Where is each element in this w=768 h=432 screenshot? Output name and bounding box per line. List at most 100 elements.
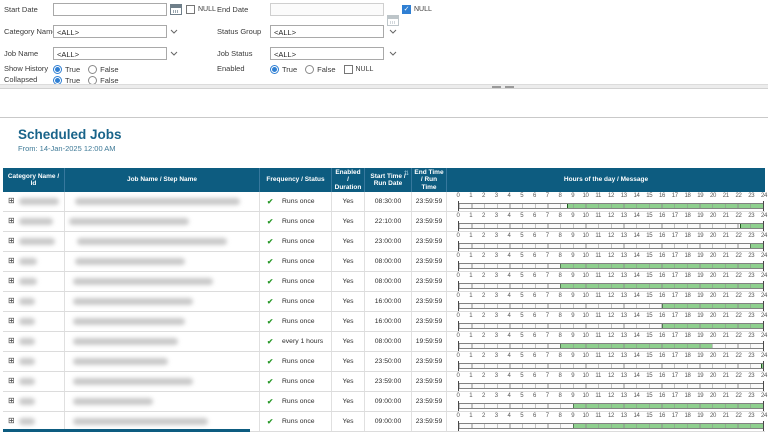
start-time-text: 08:30:00 — [365, 192, 411, 211]
hour-label: 15 — [646, 233, 652, 239]
hour-label: 3 — [495, 413, 498, 419]
timeline-track — [458, 383, 764, 389]
hour-label: 12 — [608, 413, 614, 419]
hour-label: 0 — [456, 253, 459, 259]
hour-ticks — [459, 224, 763, 228]
job-status-chevron-down-icon[interactable] — [388, 47, 398, 60]
status-group-chevron-down-icon[interactable] — [388, 25, 398, 38]
hour-label: 9 — [571, 253, 574, 259]
category-name-chevron-down-icon[interactable] — [169, 25, 179, 38]
column-header-hours[interactable]: Hours of the day / Message — [447, 168, 765, 192]
job-name-chevron-down-icon[interactable] — [169, 47, 179, 60]
hour-label: 1 — [469, 253, 472, 259]
timeline-start-cap — [458, 381, 459, 391]
hour-label: 9 — [571, 313, 574, 319]
hour-label: 24 — [761, 293, 767, 299]
hour-label: 17 — [672, 353, 678, 359]
start-date-calendar-icon[interactable] — [170, 4, 182, 15]
category-cell: ⊞ — [3, 312, 65, 331]
hour-label: 21 — [723, 253, 729, 259]
hours-timeline-cell: 0123456789101112131415161718192021222324 — [447, 192, 765, 211]
timeline-start-cap — [458, 321, 459, 331]
hour-label: 2 — [482, 313, 485, 319]
parameter-panel: Start Date NULL End Date ✓ NULL Category… — [0, 0, 768, 84]
start-time-text: 23:00:00 — [365, 232, 411, 251]
table-row: ⊞✔Runs onceYes23:00:0023:59:590123456789… — [3, 232, 765, 252]
hour-label: 22 — [735, 333, 741, 339]
expand-plus-icon[interactable]: ⊞ — [8, 297, 15, 305]
hour-label: 3 — [495, 273, 498, 279]
expand-plus-icon[interactable]: ⊞ — [8, 397, 15, 405]
expand-plus-icon[interactable]: ⊞ — [8, 377, 15, 385]
end-date-input[interactable] — [270, 3, 384, 16]
expand-plus-icon[interactable]: ⊞ — [8, 417, 15, 425]
expand-plus-icon[interactable]: ⊞ — [8, 277, 15, 285]
job-name-dropdown[interactable]: <ALL> — [53, 47, 167, 60]
hours-timeline-cell: 0123456789101112131415161718192021222324 — [447, 252, 765, 271]
hours-timeline: 0123456789101112131415161718192021222324 — [458, 252, 764, 272]
expand-plus-icon[interactable]: ⊞ — [8, 337, 15, 345]
hour-label: 1 — [469, 213, 472, 219]
column-header-job-name[interactable]: Job Name / Step Name — [65, 168, 260, 192]
hour-label: 15 — [646, 193, 652, 199]
hour-label: 1 — [469, 353, 472, 359]
column-header-enabled[interactable]: Enabled / Duration — [332, 168, 365, 192]
expand-plus-icon[interactable]: ⊞ — [8, 217, 15, 225]
hour-label: 21 — [723, 373, 729, 379]
hour-label: 12 — [608, 333, 614, 339]
column-header-start-time[interactable]: Start Time / Run Date ⇅ — [365, 168, 412, 192]
hour-label: 1 — [469, 293, 472, 299]
status-group-dropdown[interactable]: <ALL> — [270, 25, 384, 38]
enabled-true-radio[interactable] — [270, 65, 279, 74]
category-name-dropdown[interactable]: <ALL> — [53, 25, 167, 38]
expand-plus-icon[interactable]: ⊞ — [8, 357, 15, 365]
hour-label: 7 — [546, 353, 549, 359]
start-date-null-checkbox[interactable] — [186, 5, 195, 14]
start-date-input[interactable] — [53, 3, 167, 16]
hour-label: 2 — [482, 353, 485, 359]
redacted-job-name-text — [73, 338, 178, 345]
hour-label: 6 — [533, 253, 536, 259]
hour-label: 8 — [558, 333, 561, 339]
frequency-text: Runs once — [282, 312, 315, 331]
hour-label: 20 — [710, 233, 716, 239]
table-row: ⊞✔Runs onceYes16:00:0023:59:590123456789… — [3, 292, 765, 312]
hour-label: 23 — [748, 293, 754, 299]
job-status-dropdown[interactable]: <ALL> — [270, 47, 384, 60]
column-header-end-time[interactable]: End Time / Run Time — [412, 168, 447, 192]
hour-label: 14 — [633, 393, 639, 399]
hour-label: 20 — [710, 313, 716, 319]
hour-label: 5 — [520, 193, 523, 199]
column-header-frequency[interactable]: Frequency / Status — [260, 168, 332, 192]
enabled-false-radio[interactable] — [305, 65, 314, 74]
hour-ticks — [459, 324, 763, 328]
expand-plus-icon[interactable]: ⊞ — [8, 237, 15, 245]
column-header-category[interactable]: Category Name / Id — [3, 168, 65, 192]
expand-plus-icon[interactable]: ⊞ — [8, 257, 15, 265]
hour-label: 17 — [672, 193, 678, 199]
hour-ticks — [459, 404, 763, 408]
show-history-false-radio[interactable] — [88, 65, 97, 74]
hour-label: 20 — [710, 253, 716, 259]
hour-ticks — [459, 364, 763, 368]
splitter-handle-icon[interactable] — [492, 86, 514, 88]
end-date-null-checkbox[interactable]: ✓ — [402, 5, 411, 14]
expand-plus-icon[interactable]: ⊞ — [8, 317, 15, 325]
hour-label: 4 — [507, 193, 510, 199]
hour-label: 8 — [558, 393, 561, 399]
enabled-null-checkbox[interactable] — [344, 65, 353, 74]
hour-label: 3 — [495, 233, 498, 239]
start-time-cell: 08:30:00 — [365, 192, 412, 211]
hour-label: 1 — [469, 273, 472, 279]
show-history-false-label: False — [100, 65, 118, 74]
hour-label: 15 — [646, 313, 652, 319]
report-subtitle: From: 14-Jan-2025 12:00 AM — [18, 144, 116, 153]
frequency-cell: ✔Runs once — [260, 392, 332, 411]
hours-timeline: 0123456789101112131415161718192021222324 — [458, 232, 764, 252]
show-history-true-radio[interactable] — [53, 65, 62, 74]
hour-label: 10 — [582, 313, 588, 319]
end-time-text: 23:59:59 — [412, 372, 446, 391]
status-group-label: Status Group — [217, 25, 261, 38]
sort-icon[interactable]: ⇅ — [404, 171, 409, 179]
expand-plus-icon[interactable]: ⊞ — [8, 197, 15, 205]
